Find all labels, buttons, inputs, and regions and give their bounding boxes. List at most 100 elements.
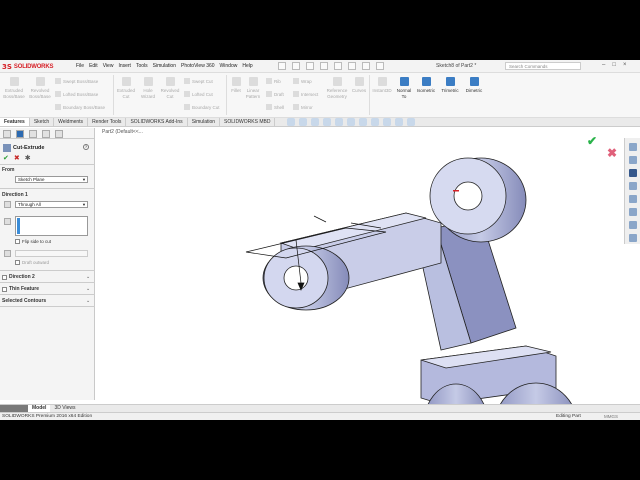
tab-navigation-icon[interactable] — [0, 405, 28, 412]
home-icon[interactable] — [628, 143, 637, 151]
rebuild-icon[interactable] — [362, 62, 370, 70]
save-icon[interactable] — [306, 62, 314, 70]
tab-mbd[interactable]: SOLIDWORKS MBD — [220, 118, 276, 126]
edit-appearance-icon[interactable] — [383, 118, 391, 126]
menu-help[interactable]: Help — [242, 63, 252, 69]
extruded-boss-button[interactable]: Extruded Boss/Base — [2, 77, 26, 99]
minimize-icon[interactable]: – — [602, 62, 605, 68]
fillet-button[interactable]: Fillet — [228, 77, 244, 94]
linear-pattern-button[interactable]: Linear Pattern — [244, 77, 262, 99]
appearances-icon[interactable] — [628, 208, 637, 216]
direction2-section[interactable]: Direction 2 — [2, 274, 35, 280]
mirror-button[interactable]: Mirror — [293, 104, 313, 110]
feature-tree-flyout[interactable]: Part2 (Default<<... — [102, 129, 143, 135]
thin-feature-section[interactable]: Thin Feature — [2, 286, 39, 292]
from-dropdown[interactable]: Sketch Plane ▼ — [15, 176, 88, 183]
revolved-boss-button[interactable]: Revolved Boss/Base — [28, 77, 52, 99]
ok-button[interactable]: ✔ — [3, 154, 9, 162]
chevron-down-icon[interactable]: ⌄ — [86, 286, 90, 292]
zoom-fit-icon[interactable] — [287, 118, 295, 126]
selected-contours-section[interactable]: Selected Contours — [2, 298, 46, 304]
property-manager-icon[interactable] — [16, 130, 24, 138]
menu-photoview[interactable]: PhotoView 360 — [181, 63, 215, 69]
reverse-direction-icon[interactable] — [4, 201, 11, 208]
draft-angle-input[interactable] — [15, 250, 88, 257]
configuration-manager-icon[interactable] — [29, 130, 37, 138]
view-orientation-icon[interactable] — [347, 118, 355, 126]
draft-outward-checkbox[interactable]: Draft outward — [15, 260, 49, 265]
forum-icon[interactable] — [628, 234, 637, 242]
maximize-icon[interactable]: □ — [612, 62, 616, 68]
display-style-icon[interactable] — [359, 118, 367, 126]
confirmation-ok-icon[interactable]: ✔ — [587, 134, 597, 148]
hide-show-icon[interactable] — [371, 118, 379, 126]
file-explorer-icon[interactable] — [628, 182, 637, 190]
dynamic-annotation-icon[interactable] — [335, 118, 343, 126]
select-icon[interactable] — [348, 62, 356, 70]
search-commands-input[interactable]: Search Commands — [505, 62, 581, 70]
shell-button[interactable]: Shell — [266, 104, 284, 110]
draft-toggle-icon[interactable] — [4, 250, 11, 257]
wrap-button[interactable]: Wrap — [293, 78, 312, 84]
menu-simulation[interactable]: Simulation — [153, 63, 176, 69]
lofted-cut-button[interactable]: Lofted Cut — [184, 91, 213, 97]
swept-boss-button[interactable]: Swept Boss/Base — [55, 78, 98, 84]
boundary-boss-button[interactable]: Boundary Boss/Base — [55, 104, 105, 110]
swept-cut-button[interactable]: Swept Cut — [184, 78, 213, 84]
reference-geometry-button[interactable]: Reference Geometry — [326, 77, 348, 99]
tab-weldments[interactable]: Weldments — [54, 118, 89, 126]
instant3d-button[interactable]: Instant3D — [371, 77, 393, 94]
tab-simulation[interactable]: Simulation — [188, 118, 221, 126]
end-condition-dropdown[interactable]: Through All ▼ — [15, 201, 88, 208]
revolved-cut-button[interactable]: Revolved Cut — [159, 77, 181, 99]
chevron-down-icon[interactable]: ⌄ — [86, 274, 90, 280]
section-view-icon[interactable] — [323, 118, 331, 126]
options-icon[interactable] — [376, 62, 384, 70]
open-icon[interactable] — [292, 62, 300, 70]
direction-selection-box[interactable] — [15, 216, 88, 236]
intersect-button[interactable]: Intersect — [293, 91, 318, 97]
tab-3d-views[interactable]: 3D Views — [50, 405, 79, 412]
new-icon[interactable] — [278, 62, 286, 70]
trimetric-button[interactable]: Trimetric — [438, 77, 462, 94]
menu-tools[interactable]: Tools — [136, 63, 148, 69]
print-icon[interactable] — [320, 62, 328, 70]
curves-button[interactable]: Curves — [350, 77, 368, 94]
tab-sketch[interactable]: Sketch — [30, 118, 55, 126]
menu-edit[interactable]: Edit — [89, 63, 98, 69]
detailed-preview-icon[interactable]: ✱ — [25, 154, 31, 162]
zoom-area-icon[interactable] — [299, 118, 307, 126]
chevron-down-icon[interactable]: ⌄ — [86, 298, 90, 304]
hole-wizard-button[interactable]: Hole Wizard — [137, 77, 159, 99]
isometric-button[interactable]: Isometric — [414, 77, 438, 94]
lofted-boss-button[interactable]: Lofted Boss/Base — [55, 91, 98, 97]
tab-addins[interactable]: SOLIDWORKS Add-Ins — [126, 118, 188, 126]
menu-file[interactable]: File — [76, 63, 84, 69]
cancel-button[interactable]: ✖ — [14, 154, 20, 162]
menu-view[interactable]: View — [103, 63, 114, 69]
draft-button[interactable]: Draft — [266, 91, 284, 97]
display-manager-icon[interactable] — [55, 130, 63, 138]
resources-icon[interactable] — [628, 156, 637, 164]
menu-window[interactable]: Window — [220, 63, 238, 69]
solidworks-logo[interactable]: 3S SOLIDWORKS — [2, 61, 72, 72]
help-icon[interactable]: ? — [83, 144, 89, 150]
tab-model[interactable]: Model — [28, 405, 51, 412]
status-units[interactable]: MMGS — [604, 414, 618, 419]
rib-button[interactable]: Rib — [266, 78, 281, 84]
normal-to-button[interactable]: Normal To — [394, 77, 414, 99]
boundary-cut-button[interactable]: Boundary Cut — [184, 104, 220, 110]
custom-properties-icon[interactable] — [628, 221, 637, 229]
view-palette-icon[interactable] — [628, 195, 637, 203]
graphics-area[interactable] — [96, 128, 640, 420]
dimxpert-icon[interactable] — [42, 130, 50, 138]
scene-icon[interactable] — [395, 118, 403, 126]
view-settings-icon[interactable] — [407, 118, 415, 126]
dimetric-button[interactable]: Dimetric — [462, 77, 486, 94]
previous-view-icon[interactable] — [311, 118, 319, 126]
undo-icon[interactable] — [334, 62, 342, 70]
tab-features[interactable]: Features — [0, 118, 30, 126]
close-icon[interactable]: × — [623, 62, 627, 68]
flip-side-checkbox[interactable]: Flip side to cut — [15, 239, 51, 244]
extruded-cut-button[interactable]: Extruded Cut — [115, 77, 137, 99]
